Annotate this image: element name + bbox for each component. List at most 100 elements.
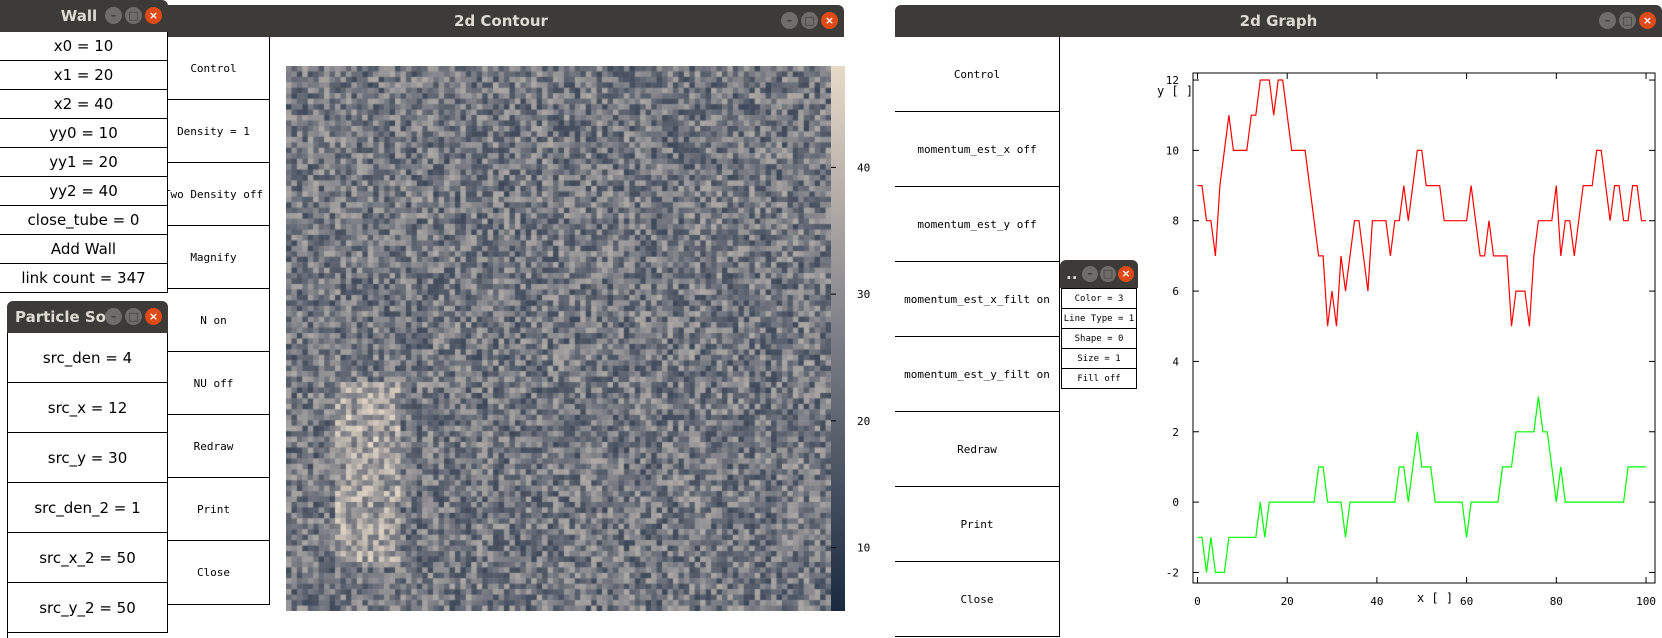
x-tick-label: 40 <box>1370 595 1383 608</box>
style-popup-title: .. <box>1066 265 1078 283</box>
colorbar-tick-label: 10 <box>857 542 870 555</box>
plot-frame <box>1192 72 1656 584</box>
color-option[interactable]: Color = 3 <box>1061 289 1137 309</box>
wall-x0-field[interactable]: x0 = 10 <box>0 32 168 61</box>
contour-control-button[interactable]: Control <box>158 37 270 100</box>
maximize-icon[interactable]: □ <box>125 7 142 24</box>
maximize-icon[interactable]: □ <box>125 308 142 325</box>
src-den-field[interactable]: src_den = 4 <box>8 333 168 383</box>
x-tick-label: 100 <box>1636 595 1656 608</box>
x-tick-label: 80 <box>1550 595 1563 608</box>
density-heatmap <box>286 66 831 611</box>
contour-close-button[interactable]: Close <box>158 541 270 605</box>
graph-titlebar[interactable]: 2d Graph – □ × <box>895 5 1662 37</box>
wall-x2-field[interactable]: x2 = 40 <box>0 90 168 119</box>
contour-magnify-button[interactable]: Magnify <box>158 226 270 289</box>
graph-close-button[interactable]: Close <box>895 562 1060 637</box>
y-tick-label: 6 <box>1172 285 1179 298</box>
fill-option[interactable]: Fill off <box>1061 369 1137 389</box>
contour-title: 2d Contour <box>454 12 548 30</box>
momentum-est-y-filt-button[interactable]: momentum_est_y_filt on <box>895 337 1060 412</box>
close-icon[interactable]: × <box>1118 266 1134 282</box>
colorbar-gradient <box>831 66 845 611</box>
contour-density-button[interactable]: Density = 1 <box>158 100 270 163</box>
wall-title: Wall <box>60 7 98 25</box>
close-icon[interactable]: × <box>145 7 162 24</box>
line-type-option[interactable]: Line Type = 1 <box>1061 309 1137 329</box>
wall-yy1-field[interactable]: yy1 = 20 <box>0 148 168 177</box>
x-tick-label: 60 <box>1460 595 1473 608</box>
minimize-icon[interactable]: – <box>1599 12 1616 29</box>
add-wall-button[interactable]: Add Wall <box>0 235 168 264</box>
wall-x1-field[interactable]: x1 = 20 <box>0 61 168 90</box>
y-tick-label: 10 <box>1166 144 1179 157</box>
src-x-field[interactable]: src_x = 12 <box>8 383 168 433</box>
minimize-icon[interactable]: – <box>105 7 122 24</box>
particle-source-window: Particle So... – □ × src_den = 4 src_x =… <box>7 301 168 638</box>
contour-redraw-button[interactable]: Redraw <box>158 415 270 478</box>
contour-titlebar[interactable]: 2d Contour – □ × <box>158 5 844 37</box>
graph-content: Control momentum_est_x off momentum_est_… <box>895 37 1662 638</box>
x-tick-label: 0 <box>1194 595 1201 608</box>
particle-source-content: src_den = 4 src_x = 12 src_y = 30 src_de… <box>7 333 168 638</box>
contour-two-density-button[interactable]: Two Density off <box>158 163 270 226</box>
close-icon[interactable]: × <box>821 12 838 29</box>
y-axis-label: y [ ] <box>1157 84 1193 98</box>
wall-content: x0 = 10 x1 = 20 x2 = 40 yy0 = 10 yy1 = 2… <box>0 32 168 305</box>
contour-nu-button[interactable]: NU off <box>158 352 270 415</box>
graph-window: 2d Graph – □ × Control momentum_est_x of… <box>895 5 1662 638</box>
line-chart: 0 20 40 60 80 100-2024681012 y [ ] x [ ] <box>1157 72 1656 608</box>
close-icon[interactable]: × <box>1639 12 1656 29</box>
graph-button-list: Control momentum_est_x off momentum_est_… <box>895 37 1060 637</box>
minimize-icon[interactable]: – <box>781 12 798 29</box>
colorbar-tick-label: 40 <box>857 161 870 174</box>
contour-content: Control Density = 1 Two Density off Magn… <box>158 37 870 638</box>
contour-print-button[interactable]: Print <box>158 478 270 541</box>
series-line-0 <box>1197 79 1646 327</box>
contour-button-list: Control Density = 1 Two Density off Magn… <box>158 37 270 605</box>
maximize-icon[interactable]: □ <box>1619 12 1636 29</box>
contour-window: 2d Contour – □ × Control Density = 1 Two… <box>158 5 870 638</box>
colorbar: 40 30 20 10 <box>831 66 870 611</box>
wall-yy0-field[interactable]: yy0 = 10 <box>0 119 168 148</box>
wall-window: Wall – □ × x0 = 10 x1 = 20 x2 = 40 yy0 =… <box>0 0 168 305</box>
src-x-2-field[interactable]: src_x_2 = 50 <box>8 533 168 583</box>
maximize-icon[interactable]: □ <box>1100 266 1116 282</box>
shape-option[interactable]: Shape = 0 <box>1061 329 1137 349</box>
src-den-2-field[interactable]: src_den_2 = 1 <box>8 483 168 533</box>
momentum-est-x-filt-button[interactable]: momentum_est_x_filt on <box>895 262 1060 337</box>
close-tube-field[interactable]: close_tube = 0 <box>0 206 168 235</box>
y-tick-label: 2 <box>1172 426 1179 439</box>
link-count-field[interactable]: link count = 347 <box>0 264 168 293</box>
src-y-2-field[interactable]: src_y_2 = 50 <box>8 583 168 633</box>
y-tick-label: 4 <box>1172 355 1179 368</box>
momentum-est-x-button[interactable]: momentum_est_x off <box>895 112 1060 187</box>
graph-title: 2d Graph <box>1239 12 1318 30</box>
maximize-icon[interactable]: □ <box>801 12 818 29</box>
series-line-1 <box>1197 396 1646 574</box>
contour-n-button[interactable]: N on <box>158 289 270 352</box>
src-y-field[interactable]: src_y = 30 <box>8 433 168 483</box>
x-axis-label: x [ ] <box>1417 591 1453 605</box>
wall-yy2-field[interactable]: yy2 = 40 <box>0 177 168 206</box>
y-tick-label: -2 <box>1166 566 1179 579</box>
momentum-est-y-button[interactable]: momentum_est_y off <box>895 187 1060 262</box>
colorbar-tick-label: 30 <box>857 288 870 301</box>
x-tick-label: 20 <box>1281 595 1294 608</box>
minimize-icon[interactable]: – <box>105 308 122 325</box>
particle-source-title: Particle So... <box>15 308 111 326</box>
minimize-icon[interactable]: – <box>1082 266 1098 282</box>
graph-redraw-button[interactable]: Redraw <box>895 412 1060 487</box>
wall-titlebar[interactable]: Wall – □ × <box>0 0 168 32</box>
style-popup-content: Color = 3 Line Type = 1 Shape = 0 Size =… <box>1061 288 1137 390</box>
close-icon[interactable]: × <box>145 308 162 325</box>
graph-control-button[interactable]: Control <box>895 37 1060 112</box>
style-popup-titlebar[interactable]: .. – □ × <box>1060 260 1138 288</box>
size-option[interactable]: Size = 1 <box>1061 349 1137 369</box>
style-popup-window: .. – □ × Color = 3 Line Type = 1 Shape =… <box>1060 260 1138 390</box>
graph-print-button[interactable]: Print <box>895 487 1060 562</box>
y-tick-label: 8 <box>1172 215 1179 228</box>
y-tick-label: 0 <box>1172 496 1179 509</box>
particle-source-titlebar[interactable]: Particle So... – □ × <box>7 301 168 333</box>
colorbar-tick-label: 20 <box>857 415 870 428</box>
